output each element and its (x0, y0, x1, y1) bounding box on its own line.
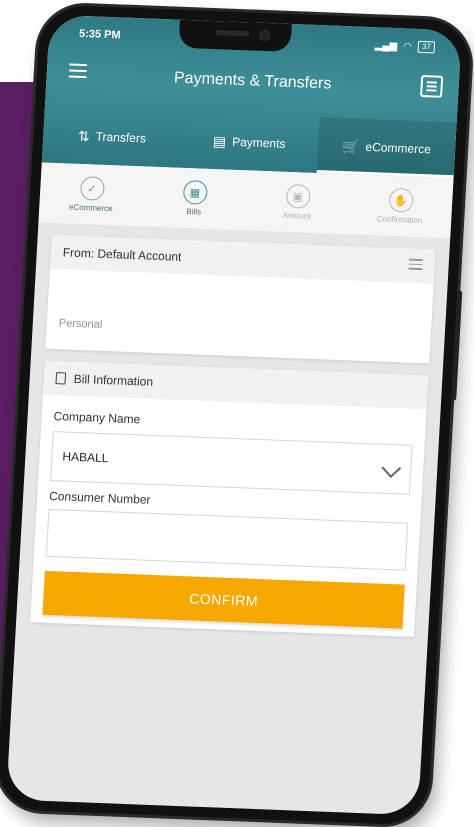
chevron-down-icon (381, 458, 402, 478)
page-title: Payments & Transfers (173, 69, 332, 93)
step-bills[interactable]: ▦ Bills (141, 166, 247, 230)
transfer-arrows-icon: ⇅ (77, 127, 91, 144)
handshake-icon: ✋ (388, 187, 414, 213)
from-account-card[interactable]: From: Default Account Personal (45, 234, 436, 364)
step-amount: ▣ Amount (244, 170, 350, 234)
tab-ecommerce[interactable]: 🛒 eCommerce (316, 117, 457, 179)
phone-screen: 5:35 PM ▂▄▆ ◠ 37 Payments & Transfers ⇅ … (6, 14, 462, 816)
tab-transfers[interactable]: ⇅ Transfers (42, 107, 182, 168)
from-account-title: From: Default Account (62, 245, 182, 264)
company-name-label: Company Name (53, 409, 141, 427)
phone-notch (178, 19, 292, 52)
battery-icon: 37 (417, 40, 436, 54)
step-confirmation: ✋ Confirmation (347, 174, 453, 238)
card-header: From: Default Account (49, 234, 436, 284)
check-icon: ✓ (79, 175, 105, 201)
status-icons: ▂▄▆ ◠ 37 (374, 39, 436, 54)
document-icon (55, 372, 67, 385)
tab-label: Transfers (95, 129, 147, 146)
consumer-number-input[interactable] (45, 508, 409, 571)
phone-mockup: 5:35 PM ▂▄▆ ◠ 37 Payments & Transfers ⇅ … (0, 4, 473, 826)
bill-information-card: Bill Information Company Name HABALL Con… (30, 360, 429, 638)
bill-info-title: Bill Information (73, 371, 154, 389)
tab-label: Payments (231, 134, 286, 151)
step-label: eCommerce (68, 202, 113, 214)
filter-list-icon[interactable] (408, 258, 423, 272)
confirm-button[interactable]: CONFIRM (42, 570, 405, 629)
speaker-grille (215, 30, 250, 37)
step-ecommerce[interactable]: ✓ eCommerce (38, 162, 144, 226)
app-header: 5:35 PM ▂▄▆ ◠ 37 Payments & Transfers ⇅ … (41, 14, 462, 179)
cart-icon: 🛒 (341, 137, 361, 155)
status-time: 5:35 PM (78, 27, 121, 42)
step-label: Bills (186, 207, 202, 217)
wifi-icon: ◠ (402, 40, 413, 53)
tab-payments[interactable]: ▤ Payments (179, 112, 319, 173)
calculator-icon: ▣ (285, 183, 311, 209)
company-name-value: HABALL (62, 449, 109, 466)
consumer-number-label: Consumer Number (48, 488, 151, 507)
card-header: Bill Information (42, 360, 429, 410)
receipt-icon: ▤ (212, 132, 227, 150)
step-label: Confirmation (376, 214, 423, 226)
signal-icon: ▂▄▆ (374, 39, 398, 52)
tab-label: eCommerce (365, 139, 432, 157)
step-label: Amount (282, 210, 311, 221)
list-icon[interactable] (420, 74, 444, 98)
account-type: Personal (58, 317, 103, 331)
company-name-select[interactable]: HABALL (50, 431, 413, 495)
front-camera-icon (258, 29, 271, 42)
bill-icon: ▦ (182, 179, 208, 205)
